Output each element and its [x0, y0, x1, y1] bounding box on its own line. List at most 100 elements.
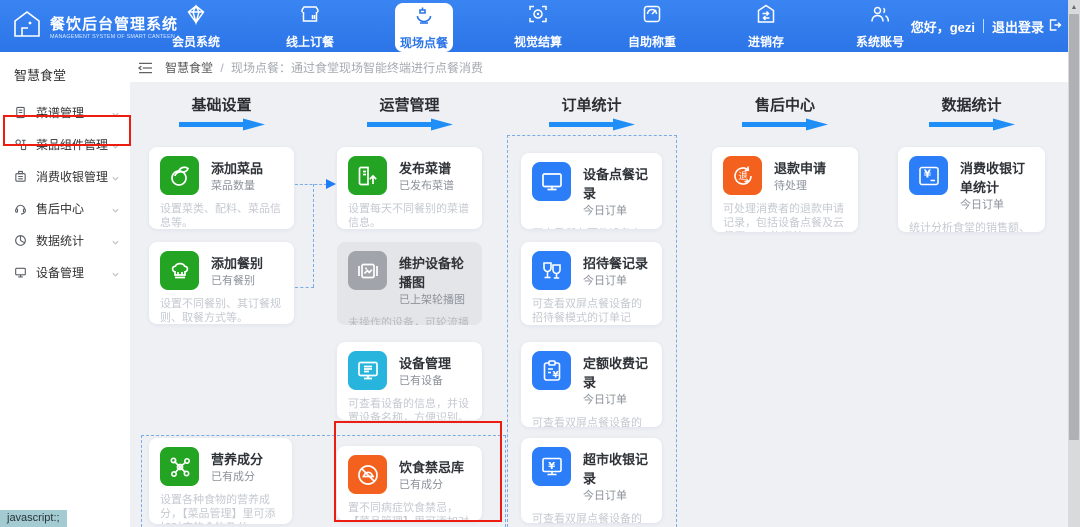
nav-label: 会员系统: [172, 33, 220, 50]
sidebar-collapse-icon[interactable]: [138, 61, 153, 73]
nav-inventory[interactable]: 进销存: [709, 0, 823, 52]
card-title: 饮食禁忌库: [399, 457, 464, 476]
sidebar-item-aftersale-center[interactable]: 售后中心: [0, 192, 130, 224]
nav-member-system[interactable]: 会员系统: [139, 0, 253, 52]
logout-label: 退出登录: [992, 17, 1044, 36]
card-subtitle: 已发布菜谱: [399, 177, 454, 193]
card-description: 置不同病症饮食禁忌，【菜品管理】里可添加对应的。: [348, 501, 471, 521]
card-subtitle: 已有成分: [211, 468, 263, 484]
card-title: 维护设备轮播图: [399, 253, 471, 291]
card-description: 可查看双屏点餐设备的定额收费模式的订单记录。: [532, 416, 651, 427]
card-description: 设置每天不同餐别的菜谱信息。: [348, 202, 471, 229]
breadcrumb-current: 现场点餐：通过食堂现场智能终端进行点餐消费: [231, 61, 483, 75]
cashier-order-stats-card[interactable]: ¥ 消费收银订单统计 今日订单 统计分析食堂的销售额、成本、用餐人数，及各菜品销…: [898, 147, 1045, 232]
card-subtitle: 今日订单: [583, 272, 648, 288]
sidebar-item-label: 数据统计: [36, 232, 111, 249]
device-management-card[interactable]: 设备管理 已有设备 可查看设备的信息，并设置设备名称，方便识别。: [337, 342, 482, 420]
card-subtitle: 已有成分: [399, 476, 464, 492]
canteen-logo-icon: [12, 9, 42, 44]
refund-icon: 退: [723, 156, 762, 195]
svg-text:¥: ¥: [923, 168, 931, 180]
sidebar-item-cashier-management[interactable]: 消费收银管理: [0, 160, 130, 192]
publish-menu-card[interactable]: 发布菜谱 已发布菜谱 设置每天不同餐别的菜谱信息。: [337, 147, 482, 229]
card-title: 退款申请: [774, 158, 826, 177]
breadcrumb: 智慧食堂 / 现场点餐：通过食堂现场智能终端进行点餐消费: [165, 59, 483, 76]
sidebar: 智慧食堂 菜谱管理 菜品组件管理 消费收银管理 售后中心 数据统计: [0, 52, 130, 527]
main-content: 基础设置 运营管理 订单统计 售后中心 数据统计 添加菜品 菜品数量 设置菜类、…: [130, 82, 1068, 527]
sidebar-brand: 智慧食堂: [0, 52, 130, 84]
sidebar-item-device-management[interactable]: 设备管理: [0, 256, 130, 288]
chevron-down-icon: [111, 204, 120, 213]
card-subtitle: 今日订单: [583, 202, 651, 218]
sidebar-item-label: 售后中心: [36, 200, 111, 217]
components-icon: [14, 138, 27, 151]
column-header-aftersale-center: 售后中心: [712, 94, 858, 131]
connector-line: [295, 287, 314, 288]
column-header-order-statistics: 订单统计: [521, 94, 662, 131]
card-title: 发布菜谱: [399, 158, 454, 177]
card-title: 定额收费记录: [583, 353, 651, 391]
column-header-data-statistics: 数据统计: [898, 94, 1045, 131]
nav-label: 进销存: [748, 33, 784, 50]
column-title: 订单统计: [521, 94, 662, 115]
nav-vision-checkout[interactable]: 视觉结算: [481, 0, 595, 52]
sidebar-item-recipe-management[interactable]: 菜谱管理: [0, 96, 130, 128]
sidebar-item-data-statistics[interactable]: 数据统计: [0, 224, 130, 256]
fixed-fee-records-card[interactable]: ¥ 定额收费记录 今日订单 可查看双屏点餐设备的定额收费模式的订单记录。: [521, 342, 662, 427]
breadcrumb-bar: 智慧食堂 / 现场点餐：通过食堂现场智能终端进行点餐消费: [130, 52, 1068, 82]
column-title: 运营管理: [337, 94, 482, 115]
card-description: 可查看所有硬件设备上的点餐订单记录。: [532, 227, 651, 229]
card-subtitle: 已有餐别: [211, 272, 263, 288]
sidebar-item-dish-components[interactable]: 菜品组件管理: [0, 128, 130, 160]
monitor-list-icon: [348, 351, 387, 390]
connector-arrow-icon: [326, 179, 336, 189]
yen-stats-icon: ¥: [909, 156, 948, 195]
breadcrumb-root[interactable]: 智慧食堂: [165, 61, 213, 75]
diet-taboo-card[interactable]: 饮食禁忌库 已有成分 置不同病症饮食禁忌，【菜品管理】里可添加对应的。: [337, 446, 482, 521]
scrollbar-thumb[interactable]: [1069, 14, 1079, 440]
chevron-down-icon: [111, 140, 120, 149]
sidebar-item-label: 设备管理: [36, 264, 111, 281]
add-meal-type-card[interactable]: 添加餐别 已有餐别 设置不同餐别、其订餐规则、取餐方式等。: [149, 242, 294, 324]
scrollbar-up-arrow-icon[interactable]: ▲: [1068, 0, 1080, 14]
card-subtitle: 今日订单: [583, 391, 651, 407]
self-weigh-icon: [641, 3, 663, 30]
card-description: 统计分析食堂的销售额、成本、用餐人数，及各菜品销量、餐别等...: [909, 221, 1034, 232]
card-description: 设置不同餐别、其订餐规则、取餐方式等。: [160, 297, 283, 324]
account-icon: [869, 3, 891, 30]
refund-request-card[interactable]: 退 退款申请 待处理 可处理消费者的退款申请记录，包括设备点餐及云餐厅H5上的订…: [712, 147, 858, 232]
vision-checkout-icon: [527, 3, 549, 30]
card-description: 可查看设备的信息，并设置设备名称，方便识别。: [348, 397, 471, 420]
column-title: 基础设置: [149, 94, 294, 115]
nutrition-card[interactable]: 营养成分 已有成分 设置各种食物的营养成分，【菜品管理】里可添加对应的食物及分.…: [149, 438, 292, 524]
top-nav: 会员系统 线上订餐 现场点餐 视觉结算 自助称重 进销存 系统账号: [139, 0, 937, 52]
sidebar-item-label: 消费收银管理: [36, 168, 111, 185]
monitor-icon: [532, 162, 571, 201]
device-carousel-card[interactable]: 维护设备轮播图 已上架轮播图 未操作的设备，可轮流播放上架的广告图。: [337, 242, 482, 325]
logout-button[interactable]: 退出登录: [992, 17, 1062, 36]
stats-icon: [14, 234, 27, 247]
nav-onsite-ordering[interactable]: 现场点餐: [395, 3, 453, 52]
hospitality-meal-records-card[interactable]: 招待餐记录 今日订单 可查看双屏点餐设备的招待餐模式的订单记录。: [521, 242, 662, 325]
chef-hat-icon: [160, 251, 199, 290]
card-title: 设备管理: [399, 353, 451, 372]
chevron-down-icon: [111, 172, 120, 181]
card-subtitle: 待处理: [774, 177, 826, 193]
nav-label: 现场点餐: [400, 34, 448, 51]
inventory-icon: [755, 3, 777, 30]
connector-line: [295, 184, 327, 185]
gem-icon: [185, 3, 207, 30]
nav-self-weighing[interactable]: 自助称重: [595, 0, 709, 52]
scrollbar[interactable]: ▲: [1068, 0, 1080, 527]
sidebar-item-label: 菜谱管理: [36, 104, 111, 121]
nav-label: 系统账号: [856, 33, 904, 50]
device-order-records-card[interactable]: 设备点餐记录 今日订单 可查看所有硬件设备上的点餐订单记录。: [521, 153, 662, 229]
nav-online-ordering[interactable]: 线上订餐: [253, 0, 367, 52]
supermarket-cashier-records-card[interactable]: ¥ 超市收银记录 今日订单 可查看双屏点餐设备的超市收银的订单记录。: [521, 438, 662, 523]
card-title: 超市收银记录: [583, 449, 651, 487]
add-dish-card[interactable]: 添加菜品 菜品数量 设置菜类、配料、菜品信息等。: [149, 147, 294, 229]
card-description: 可查看双屏点餐设备的招待餐模式的订单记录。: [532, 297, 651, 325]
arrow-underline-icon: [740, 118, 830, 131]
molecule-icon: [160, 447, 199, 486]
connector-line: [313, 184, 314, 287]
